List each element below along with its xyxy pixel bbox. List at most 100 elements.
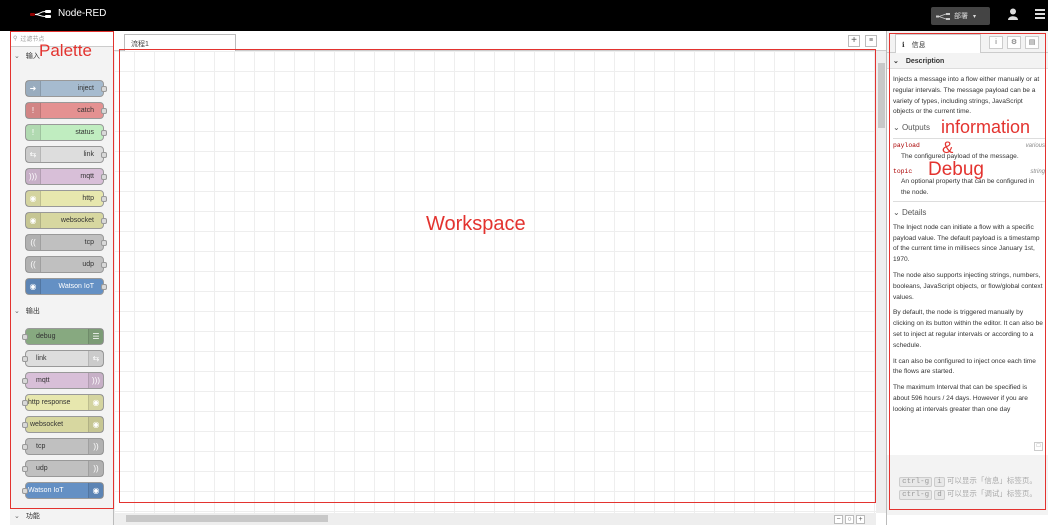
debug-tab-button[interactable]: ⚙ — [1007, 36, 1021, 49]
chevron-down-icon: ⌄ — [14, 513, 20, 520]
watson-icon: ◉ — [26, 279, 41, 294]
information-annotation-label: information — [941, 117, 1031, 137]
palette-node-link-out[interactable]: link ⇆ — [22, 350, 104, 367]
output-port — [101, 218, 107, 224]
info-tab-button[interactable]: i — [989, 36, 1003, 49]
info-icon: ! — [26, 125, 41, 140]
tab-info[interactable]: ℹ 信息 — [895, 34, 981, 53]
horizontal-scroll-thumb[interactable] — [126, 515, 328, 522]
node-label: link — [83, 151, 94, 158]
prop-row: payload various — [893, 139, 1045, 152]
palette-node-websocket-in[interactable]: ◉ websocket — [25, 212, 107, 229]
chart-icon: ▤ — [1028, 39, 1036, 46]
wave-icon: ))) — [88, 373, 103, 388]
details-title: Details — [901, 207, 927, 217]
palette-node-websocket-out[interactable]: websocket ◉ — [22, 416, 104, 433]
palette-node-inject[interactable]: ➜ inject — [25, 80, 107, 97]
palette-node-http-response[interactable]: http response ◉ — [22, 394, 104, 411]
header-bar: Node-RED 部署 ▾ — [0, 0, 1048, 31]
palette-node-catch[interactable]: ! catch — [25, 102, 107, 119]
shortcut-text: 可以显示「信息」标签页。 — [946, 476, 1037, 485]
details-paragraph: The maximum Interval that can be specifi… — [893, 384, 1028, 413]
palette-node-watson-iot-out[interactable]: Watson IoT ◉ — [22, 482, 104, 499]
workspace-tab-bar: 流程1 + ≡ — [114, 31, 886, 51]
output-port — [101, 262, 107, 268]
palette-node-tcp-out[interactable]: tcp )) — [22, 438, 104, 455]
deploy-button[interactable]: 部署 ▾ — [931, 7, 990, 25]
dashboard-tab-button[interactable]: ▤ — [1025, 36, 1039, 49]
output-port — [101, 174, 107, 180]
node-label: http — [82, 195, 94, 202]
add-flow-button[interactable]: + — [848, 35, 860, 47]
node-label: tcp — [36, 443, 46, 450]
user-icon[interactable] — [1008, 8, 1018, 20]
palette-node-debug[interactable]: debug ☰ — [22, 328, 104, 345]
bug-icon: ⚙ — [1010, 39, 1018, 46]
palette-node-mqtt-out[interactable]: mqtt ))) — [22, 372, 104, 389]
bridge-icon: (( — [26, 235, 41, 250]
input-port — [22, 466, 28, 472]
info-sidebar: ℹ 信息 i ⚙ ▤ ⌄ Description Injects a messa… — [886, 31, 1048, 525]
section-label: 输入 — [25, 53, 40, 60]
node-red-editor: Node-RED 部署 ▾ ⚲ 过滤节点 ⌄ 输入 ➜ inject ! cat… — [0, 0, 1048, 525]
ampersand-annotation-label: & — [942, 138, 954, 157]
globe-icon: ◉ — [26, 191, 41, 206]
list-flows-button[interactable]: ≡ — [865, 35, 877, 47]
node-label: udp — [82, 261, 94, 268]
palette-node-tcp-in[interactable]: (( tcp — [25, 234, 107, 251]
output-port — [101, 108, 107, 114]
tab-flow-1[interactable]: 流程1 — [124, 34, 236, 51]
input-port — [22, 378, 28, 384]
palette-node-mqtt-in[interactable]: ))) mqtt — [25, 168, 107, 185]
app-title: Node-RED — [58, 8, 107, 19]
prop-type: various — [1025, 142, 1045, 149]
prop-name: topic — [893, 167, 913, 175]
palette-node-http-in[interactable]: ◉ http — [25, 190, 107, 207]
palette-section-output[interactable]: ⌄ 输出 — [10, 304, 110, 318]
hamburger-menu-icon[interactable] — [1035, 9, 1045, 19]
zoom-in-button[interactable]: + — [856, 515, 865, 524]
tab-label: 流程1 — [131, 41, 149, 48]
description-header[interactable]: ⌄ Description — [887, 53, 1048, 69]
arrow-right-icon: ➜ — [26, 81, 41, 96]
node-label: catch — [77, 107, 94, 114]
shortcut-key: ctrl-g — [899, 490, 933, 500]
workspace: 流程1 + ≡ − ○ + — [114, 31, 886, 525]
palette-node-udp-in[interactable]: (( udp — [25, 256, 107, 273]
alert-icon: ! — [26, 103, 41, 118]
vertical-scroll-thumb[interactable] — [878, 63, 885, 128]
node-label: websocket — [30, 421, 64, 428]
section-label: 输出 — [25, 308, 40, 315]
zoom-out-button[interactable]: − — [834, 515, 843, 524]
palette-node-link-in[interactable]: ⇆ link — [25, 146, 107, 163]
expand-icon[interactable]: □ — [1034, 442, 1043, 451]
info-icon: ℹ — [902, 42, 905, 49]
shortcut-key: d — [934, 490, 945, 500]
flow-canvas[interactable] — [114, 51, 876, 513]
palette-node-status[interactable]: ! status — [25, 124, 107, 141]
node-label: inject — [77, 85, 94, 92]
info-icon: i — [995, 39, 997, 46]
shortcut-text: 可以显示「调试」标签页。 — [946, 489, 1037, 498]
input-port — [22, 400, 28, 406]
shortcut-hints: ctrl-g i 可以显示「信息」标签页。 ctrl-g d 可以显示「调试」标… — [887, 455, 1048, 515]
palette-section-function[interactable]: ⌄ 功能 — [10, 509, 110, 523]
palette-node-udp-out[interactable]: udp )) — [22, 460, 104, 477]
watson-icon: ◉ — [88, 483, 103, 498]
output-port — [101, 284, 107, 290]
node-label: Watson IoT — [58, 283, 94, 290]
sidebar-tab-bar: ℹ 信息 i ⚙ ▤ — [887, 31, 1048, 53]
details-paragraph: The Inject node can initiate a flow with… — [893, 223, 1040, 264]
details-paragraph: It can also be configured to inject once… — [893, 357, 1036, 376]
output-port — [101, 240, 107, 246]
palette-node-watson-iot-in[interactable]: ◉ Watson IoT — [25, 278, 107, 295]
app-logo: Node-RED — [30, 8, 106, 19]
bridge-icon: (( — [26, 257, 41, 272]
zoom-reset-button[interactable]: ○ — [845, 515, 854, 524]
node-label: Watson IoT — [28, 487, 64, 494]
prop-type: string — [1030, 168, 1045, 175]
workspace-annotation-label: Workspace — [426, 213, 526, 235]
description-title: Description — [905, 58, 945, 65]
globe-icon: ◉ — [26, 213, 41, 228]
input-port — [22, 334, 28, 340]
